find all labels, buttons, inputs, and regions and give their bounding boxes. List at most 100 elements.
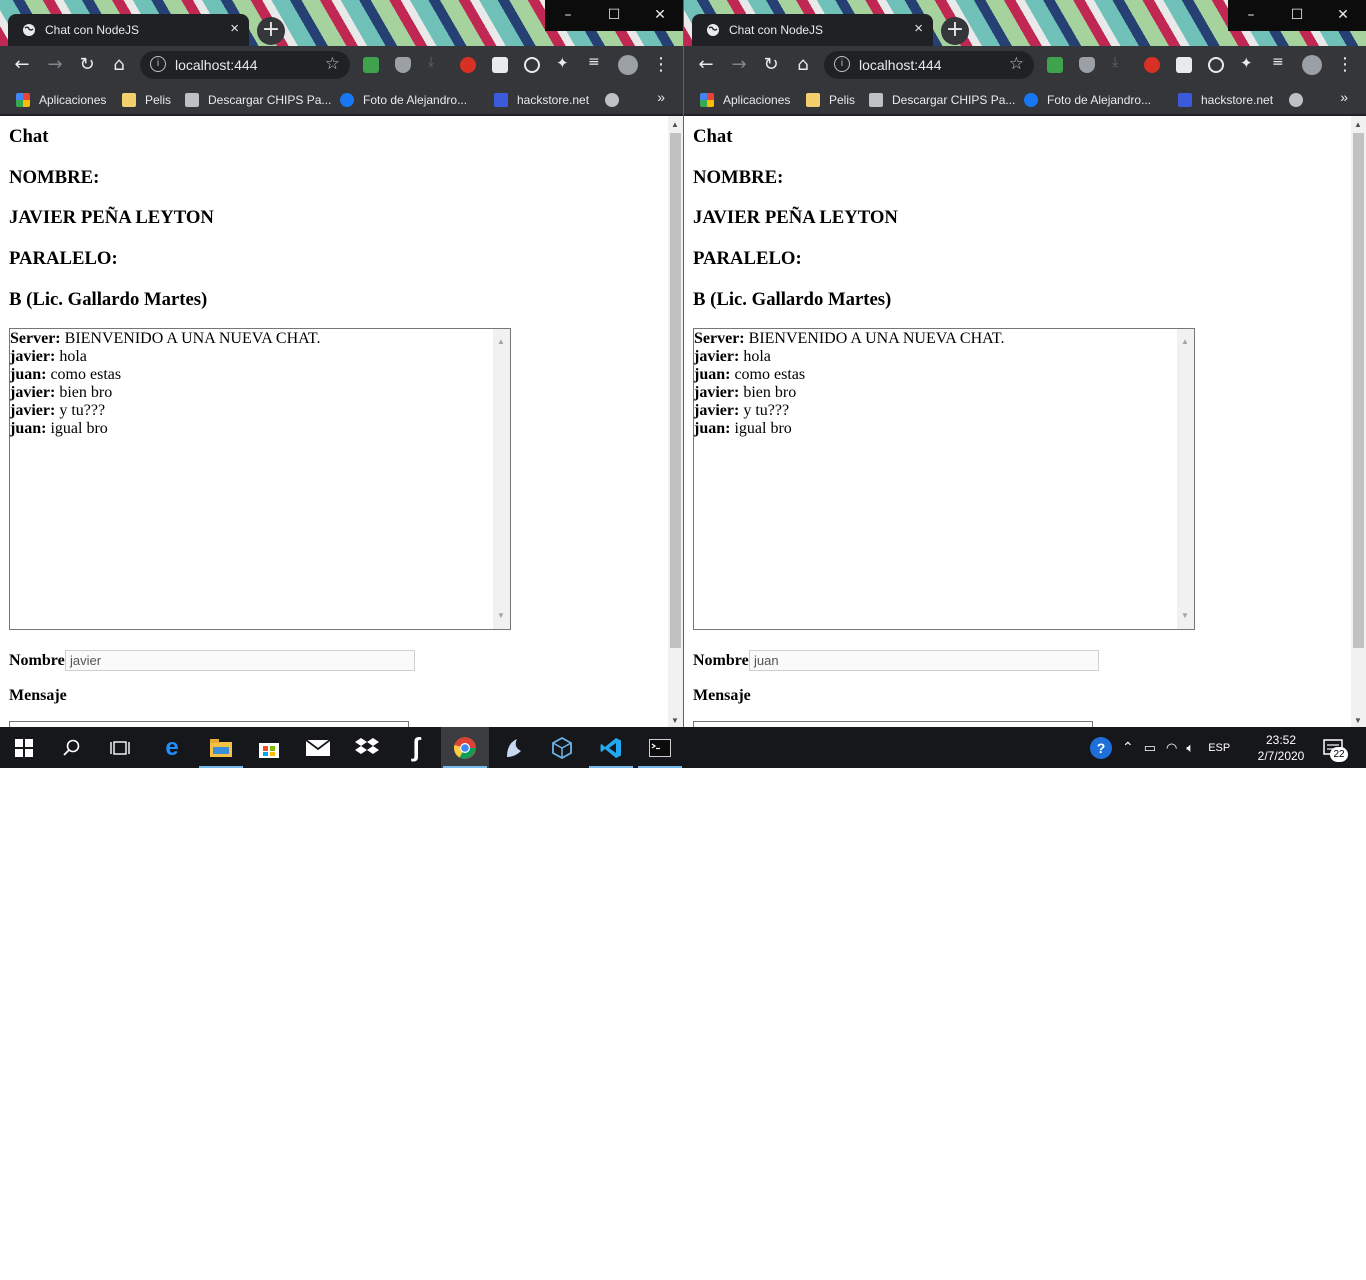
scroll-down-icon[interactable]: ▼ bbox=[1181, 607, 1189, 625]
forward-icon[interactable]: → bbox=[44, 54, 66, 76]
bookmark-globe[interactable] bbox=[605, 91, 628, 109]
chat-scrollbar[interactable]: ▲ ▼ bbox=[493, 329, 510, 629]
minimize-icon[interactable]: – bbox=[1228, 0, 1274, 31]
virtualbox-icon[interactable] bbox=[538, 727, 586, 768]
scroll-down-icon[interactable]: ▼ bbox=[671, 716, 679, 725]
close-tab-icon[interactable]: × bbox=[230, 20, 239, 37]
volume-icon[interactable]: 🔈︎ bbox=[1186, 740, 1194, 756]
mega-extension-icon[interactable] bbox=[1144, 57, 1160, 73]
window-controls: – ☐ ✕ bbox=[545, 0, 683, 31]
help-icon[interactable]: ? bbox=[1090, 736, 1112, 759]
new-tab-button[interactable]: + bbox=[257, 17, 285, 45]
reload-icon[interactable]: ↻ bbox=[76, 54, 98, 76]
extension-icon[interactable] bbox=[1047, 57, 1063, 73]
bookmarks-overflow-icon[interactable]: » bbox=[1340, 89, 1348, 105]
browser-tab[interactable]: Chat con NodeJS × bbox=[8, 14, 249, 46]
bookmark-apps[interactable]: Aplicaciones bbox=[700, 91, 790, 109]
chevron-up-icon[interactable]: ⌃ bbox=[1122, 739, 1134, 756]
bookmark-star-icon[interactable]: ☆ bbox=[325, 54, 340, 74]
chat-log[interactable]: Server: BIENVENIDO A UNA NUEVA CHAT. jav… bbox=[9, 328, 511, 630]
scrollbar-thumb[interactable] bbox=[670, 133, 681, 648]
wifi-icon[interactable]: ◠ bbox=[1166, 740, 1177, 756]
download-icon[interactable]: ⤓ bbox=[428, 54, 444, 70]
windows-start-icon[interactable] bbox=[0, 727, 48, 768]
bookmark-star-icon[interactable]: ☆ bbox=[1009, 54, 1024, 74]
minimize-icon[interactable]: – bbox=[545, 0, 591, 31]
home-icon[interactable]: ⌂ bbox=[108, 54, 130, 76]
chrome-icon[interactable] bbox=[441, 727, 489, 768]
dropbox-icon[interactable] bbox=[343, 727, 391, 768]
back-icon[interactable]: ← bbox=[11, 54, 33, 76]
back-icon[interactable]: ← bbox=[695, 54, 717, 76]
profile-avatar-icon[interactable] bbox=[618, 55, 638, 75]
extension-icon[interactable] bbox=[363, 57, 379, 73]
bookmark-descargar[interactable]: Descargar CHIPS Pa... bbox=[869, 91, 1015, 109]
search-icon[interactable] bbox=[48, 727, 96, 768]
file-explorer-icon[interactable] bbox=[197, 727, 245, 768]
scroll-up-icon[interactable]: ▲ bbox=[1181, 333, 1189, 351]
bookmarks-overflow-icon[interactable]: » bbox=[657, 89, 665, 105]
store-icon[interactable] bbox=[245, 727, 293, 768]
app-icon[interactable]: ʃ bbox=[392, 727, 440, 768]
scroll-down-icon[interactable]: ▼ bbox=[1354, 716, 1362, 725]
shield-extension-icon[interactable] bbox=[395, 57, 411, 73]
menu-dots-icon[interactable]: ⋮ bbox=[1334, 54, 1356, 76]
bookmark-hackstore[interactable]: hackstore.net bbox=[494, 91, 589, 109]
bookmark-pelis[interactable]: Pelis bbox=[806, 91, 855, 109]
forward-icon[interactable]: → bbox=[728, 54, 750, 76]
reload-icon[interactable]: ↻ bbox=[760, 54, 782, 76]
close-tab-icon[interactable]: × bbox=[914, 20, 923, 37]
info-icon[interactable]: i bbox=[834, 56, 850, 72]
bookmark-globe[interactable] bbox=[1289, 91, 1312, 109]
language-indicator[interactable]: ESP bbox=[1208, 742, 1230, 754]
address-bar[interactable]: i localhost:444 ☆ bbox=[824, 51, 1034, 79]
cast-extension-icon[interactable] bbox=[1176, 57, 1192, 73]
bookmark-foto[interactable]: Foto de Alejandro... bbox=[1024, 91, 1151, 109]
clock[interactable]: 23:52 2/7/2020 bbox=[1250, 732, 1312, 764]
bookmark-foto[interactable]: Foto de Alejandro... bbox=[340, 91, 467, 109]
bookmark-pelis[interactable]: Pelis bbox=[122, 91, 171, 109]
extensions-puzzle-icon[interactable]: ✦ bbox=[1240, 54, 1256, 72]
scroll-up-icon[interactable]: ▲ bbox=[1354, 120, 1362, 129]
scroll-down-icon[interactable]: ▼ bbox=[497, 607, 505, 625]
chat-log[interactable]: Server: BIENVENIDO A UNA NUEVA CHAT. jav… bbox=[693, 328, 1195, 630]
blocker-extension-icon[interactable] bbox=[524, 57, 540, 73]
blocker-extension-icon[interactable] bbox=[1208, 57, 1224, 73]
profile-avatar-icon[interactable] bbox=[1302, 55, 1322, 75]
media-control-icon[interactable]: ≡ bbox=[588, 54, 604, 70]
bookmark-apps[interactable]: Aplicaciones bbox=[16, 91, 106, 109]
edge-icon[interactable]: e bbox=[148, 727, 196, 768]
maximize-icon[interactable]: ☐ bbox=[1274, 0, 1320, 31]
mega-extension-icon[interactable] bbox=[460, 57, 476, 73]
maximize-icon[interactable]: ☐ bbox=[591, 0, 637, 31]
nombre-input[interactable]: juan bbox=[749, 650, 1099, 671]
menu-dots-icon[interactable]: ⋮ bbox=[650, 54, 672, 76]
battery-icon[interactable]: ▭ bbox=[1144, 740, 1156, 756]
info-icon[interactable]: i bbox=[150, 56, 166, 72]
cast-extension-icon[interactable] bbox=[492, 57, 508, 73]
extensions-puzzle-icon[interactable]: ✦ bbox=[556, 54, 572, 72]
page-scrollbar[interactable]: ▲ ▼ bbox=[668, 116, 683, 727]
home-icon[interactable]: ⌂ bbox=[792, 54, 814, 76]
app-icon[interactable] bbox=[490, 727, 538, 768]
address-bar[interactable]: i localhost:444 ☆ bbox=[140, 51, 350, 79]
vscode-icon[interactable] bbox=[587, 727, 635, 768]
page-scrollbar[interactable]: ▲ ▼ bbox=[1351, 116, 1366, 727]
bookmark-hackstore[interactable]: hackstore.net bbox=[1178, 91, 1273, 109]
shield-extension-icon[interactable] bbox=[1079, 57, 1095, 73]
scroll-up-icon[interactable]: ▲ bbox=[497, 333, 505, 351]
scrollbar-thumb[interactable] bbox=[1353, 133, 1364, 648]
download-icon[interactable]: ⤓ bbox=[1112, 54, 1128, 70]
browser-tab[interactable]: Chat con NodeJS × bbox=[692, 14, 933, 46]
terminal-icon[interactable] bbox=[636, 727, 684, 768]
bookmark-descargar[interactable]: Descargar CHIPS Pa... bbox=[185, 91, 331, 109]
mail-icon[interactable] bbox=[294, 727, 342, 768]
close-icon[interactable]: ✕ bbox=[1320, 0, 1366, 31]
nombre-input[interactable]: javier bbox=[65, 650, 415, 671]
chat-scrollbar[interactable]: ▲ ▼ bbox=[1177, 329, 1194, 629]
new-tab-button[interactable]: + bbox=[941, 17, 969, 45]
close-icon[interactable]: ✕ bbox=[637, 0, 683, 31]
task-view-icon[interactable] bbox=[96, 727, 144, 768]
scroll-up-icon[interactable]: ▲ bbox=[671, 120, 679, 129]
media-control-icon[interactable]: ≡ bbox=[1272, 54, 1288, 70]
